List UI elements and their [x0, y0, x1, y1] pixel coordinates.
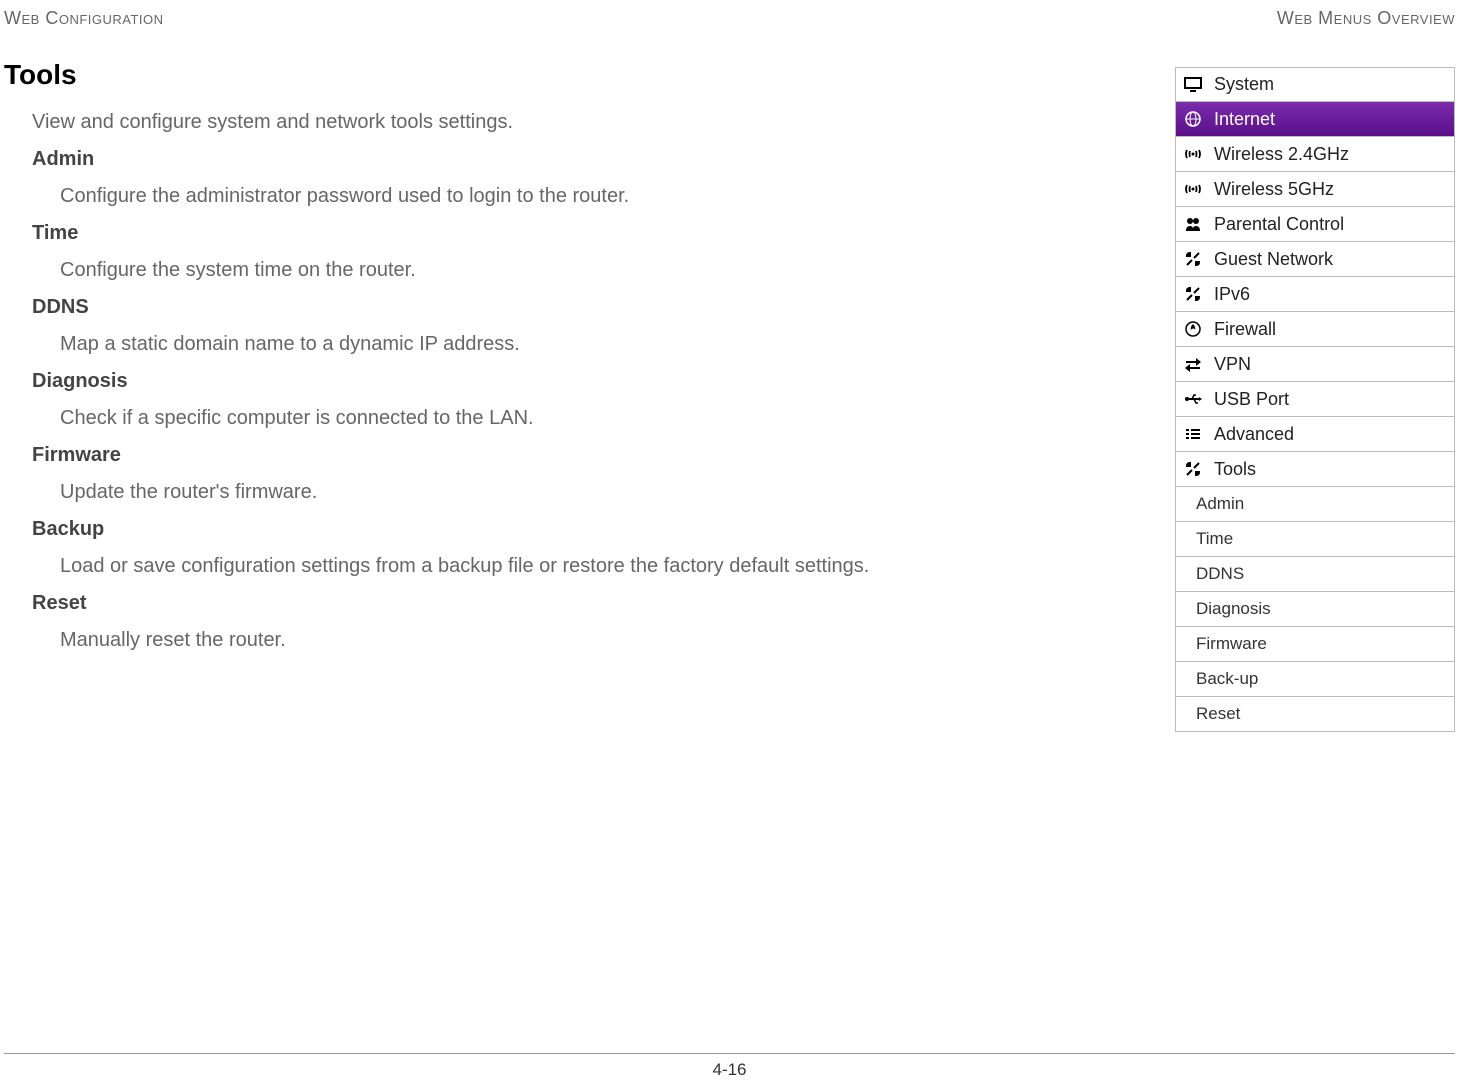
submenu-label: Admin	[1196, 494, 1244, 514]
menu-item-ipv6[interactable]: IPv6	[1175, 277, 1455, 312]
item-firmware-desc: Update the router's firmware.	[60, 481, 1135, 504]
main-column: Tools View and configure system and netw…	[4, 59, 1135, 732]
item-reset-title: Reset	[32, 592, 1135, 615]
submenu-time[interactable]: Time	[1175, 522, 1455, 557]
menu-item-parental[interactable]: Parental Control	[1175, 207, 1455, 242]
item-diagnosis-title: Diagnosis	[32, 370, 1135, 393]
item-firmware-title: Firmware	[32, 444, 1135, 467]
menu-label: Advanced	[1214, 424, 1294, 445]
menu-label: Wireless 2.4GHz	[1214, 144, 1349, 165]
item-admin-title: Admin	[32, 148, 1135, 171]
tools-icon	[1182, 460, 1204, 478]
content-area: Tools View and configure system and netw…	[0, 29, 1459, 732]
submenu-label: Reset	[1196, 704, 1240, 724]
fire-icon	[1182, 320, 1204, 338]
submenu-firmware[interactable]: Firmware	[1175, 627, 1455, 662]
menu-label: Internet	[1214, 109, 1275, 130]
list-icon	[1182, 427, 1204, 441]
item-backup-title: Backup	[32, 518, 1135, 541]
header-right: Web Menus Overview	[1277, 8, 1455, 29]
monitor-icon	[1182, 77, 1204, 93]
menu-label: System	[1214, 74, 1274, 95]
section-title: Tools	[4, 59, 1135, 91]
globe-icon	[1182, 110, 1204, 128]
item-ddns-title: DDNS	[32, 296, 1135, 319]
menu-label: IPv6	[1214, 284, 1250, 305]
menu-label: Tools	[1214, 459, 1256, 480]
submenu-label: Time	[1196, 529, 1233, 549]
menu-label: Guest Network	[1214, 249, 1333, 270]
header-left: Web Configuration	[4, 8, 164, 29]
signal-icon	[1182, 182, 1204, 196]
page-number: 4-16	[712, 1060, 746, 1079]
menu-item-firewall[interactable]: Firewall	[1175, 312, 1455, 347]
menu-item-vpn[interactable]: VPN	[1175, 347, 1455, 382]
submenu-backup[interactable]: Back-up	[1175, 662, 1455, 697]
menu-label: Wireless 5GHz	[1214, 179, 1334, 200]
menu-label: VPN	[1214, 354, 1251, 375]
arrows-icon	[1182, 356, 1204, 372]
menu-item-internet[interactable]: Internet	[1175, 102, 1455, 137]
menu-item-wireless24[interactable]: Wireless 2.4GHz	[1175, 137, 1455, 172]
item-diagnosis-desc: Check if a specific computer is connecte…	[60, 407, 1135, 430]
usb-icon	[1182, 392, 1204, 406]
item-time-desc: Configure the system time on the router.	[60, 259, 1135, 282]
menu-item-system[interactable]: System	[1175, 67, 1455, 102]
section-intro: View and configure system and network to…	[32, 111, 1135, 134]
page-header: Web Configuration Web Menus Overview	[0, 0, 1459, 29]
submenu-diagnosis[interactable]: Diagnosis	[1175, 592, 1455, 627]
menu-item-wireless5[interactable]: Wireless 5GHz	[1175, 172, 1455, 207]
submenu-admin[interactable]: Admin	[1175, 487, 1455, 522]
menu-label: Parental Control	[1214, 214, 1344, 235]
tools-icon	[1182, 250, 1204, 268]
submenu-label: Back-up	[1196, 669, 1258, 689]
submenu-ddns[interactable]: DDNS	[1175, 557, 1455, 592]
item-ddns-desc: Map a static domain name to a dynamic IP…	[60, 333, 1135, 356]
menu-label: USB Port	[1214, 389, 1289, 410]
submenu-reset[interactable]: Reset	[1175, 697, 1455, 732]
menu-item-tools[interactable]: Tools	[1175, 452, 1455, 487]
menu-label: Firewall	[1214, 319, 1276, 340]
menu-item-advanced[interactable]: Advanced	[1175, 417, 1455, 452]
item-time-title: Time	[32, 222, 1135, 245]
item-backup-desc: Load or save configuration settings from…	[60, 555, 1135, 578]
menu-screenshot: System Internet Wireless 2.4GHz Wireless…	[1175, 67, 1455, 732]
item-reset-desc: Manually reset the router.	[60, 629, 1135, 652]
item-admin-desc: Configure the administrator password use…	[60, 185, 1135, 208]
tools-icon	[1182, 285, 1204, 303]
page-footer: 4-16	[0, 1053, 1459, 1080]
people-icon	[1182, 216, 1204, 232]
menu-item-usb[interactable]: USB Port	[1175, 382, 1455, 417]
submenu-label: Diagnosis	[1196, 599, 1271, 619]
submenu-label: DDNS	[1196, 564, 1244, 584]
menu-item-guest[interactable]: Guest Network	[1175, 242, 1455, 277]
submenu-label: Firmware	[1196, 634, 1267, 654]
signal-icon	[1182, 147, 1204, 161]
